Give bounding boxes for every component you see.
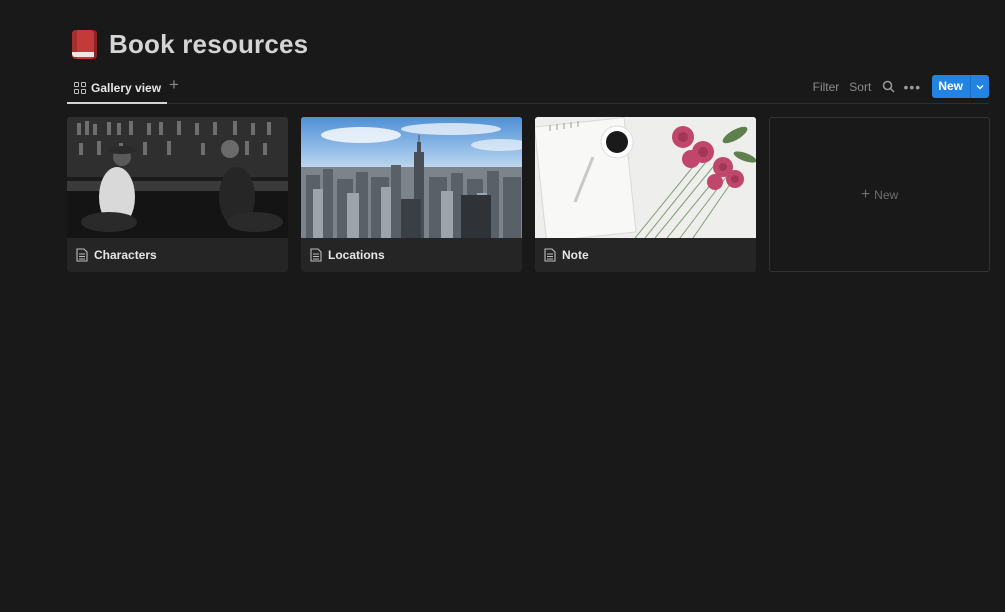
filter-button[interactable]: Filter <box>808 80 845 94</box>
card-title: Characters <box>94 248 157 262</box>
card-cover-image <box>67 117 288 238</box>
card-cover-image <box>535 117 756 238</box>
page-icon <box>310 248 322 262</box>
new-button[interactable]: New <box>932 75 970 98</box>
more-options-icon[interactable]: ••• <box>902 77 922 97</box>
gallery-card-locations[interactable]: Locations <box>301 117 522 272</box>
card-title: Note <box>562 248 589 262</box>
card-footer: Characters <box>67 238 288 272</box>
new-card-label: New <box>874 187 899 202</box>
page-header: Book resources <box>69 28 308 60</box>
tab-gallery-view-label: Gallery view <box>91 81 162 95</box>
plus-icon: + <box>860 185 871 203</box>
gallery-grid: Characters Locations Note + New <box>67 117 990 272</box>
gallery-card-characters[interactable]: Characters <box>67 117 288 272</box>
tab-gallery-view[interactable]: Gallery view <box>67 74 168 104</box>
gallery-grid-icon <box>74 82 86 94</box>
add-view-plus-icon[interactable]: + <box>167 76 181 93</box>
card-footer: Note <box>535 238 756 272</box>
sort-button[interactable]: Sort <box>844 80 876 94</box>
new-card-button[interactable]: + New <box>769 117 990 272</box>
card-cover-image <box>301 117 522 238</box>
page-icon <box>76 248 88 262</box>
new-button-group: New <box>932 75 989 98</box>
red-book-icon[interactable] <box>69 28 99 60</box>
page-icon <box>544 248 556 262</box>
card-footer: Locations <box>301 238 522 272</box>
card-title: Locations <box>328 248 385 262</box>
toolbar-actions: Filter Sort ••• New <box>808 75 989 98</box>
page-title[interactable]: Book resources <box>109 29 308 60</box>
database-toolbar: Gallery view + Filter Sort ••• New <box>67 74 989 104</box>
new-dropdown-chevron-icon[interactable] <box>970 75 989 98</box>
gallery-card-note[interactable]: Note <box>535 117 756 272</box>
search-icon[interactable] <box>878 77 898 97</box>
